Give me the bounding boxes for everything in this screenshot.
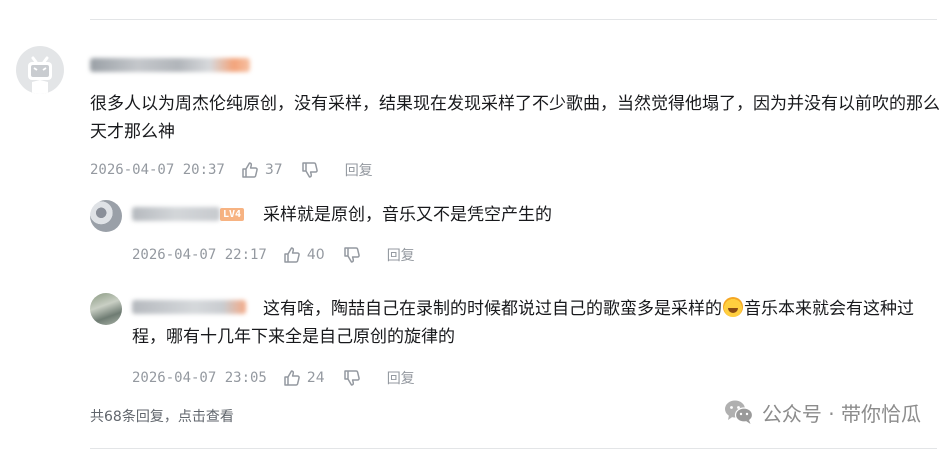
top-divider: [90, 19, 937, 20]
like-button[interactable]: 24: [283, 369, 325, 387]
avatar[interactable]: [90, 200, 122, 232]
reply-time: 2026-04-07 22:17: [132, 247, 267, 263]
thumbs-down-icon: [343, 247, 360, 263]
username-blurred[interactable]: [90, 58, 250, 72]
comment-time: 2026-04-07 20:37: [90, 162, 225, 178]
reply-text: 采样就是原创，音乐又不是凭空产生的: [263, 205, 552, 225]
laughing-tears-emoji: [723, 297, 743, 317]
comment-text: 很多人以为周杰伦纯原创，没有采样，结果现在发现采样了不少歌曲，当然觉得他塌了，因…: [90, 94, 940, 142]
reply-button[interactable]: 回复: [387, 368, 415, 388]
like-button[interactable]: 37: [241, 161, 283, 179]
thumbs-down-icon: [343, 370, 360, 386]
reply-text-part: 这有啥，陶喆自己在录制的时候都说过自己的歌蛮多是采样的: [263, 299, 722, 319]
reply-meta: 2026-04-07 22:17 40 回复: [132, 245, 415, 265]
comment-meta: 2026-04-07 20:37 37 回复: [90, 160, 373, 180]
thumbs-up-icon: [284, 247, 300, 263]
thumbs-up-icon: [284, 370, 300, 386]
like-count: 40: [306, 247, 325, 263]
level-badge: LV4: [220, 208, 245, 221]
bilibili-tv-icon: [28, 56, 52, 94]
reply-text: 这有啥，陶喆自己在录制的时候都说过自己的歌蛮多是采样的 音乐本来就会有这种过程，哪…: [132, 295, 947, 351]
reply-meta: 2026-04-07 23:05 24 回复: [132, 368, 415, 388]
view-more-replies-link[interactable]: 共68条回复，点击查看: [90, 406, 234, 426]
avatar[interactable]: [90, 293, 122, 325]
bottom-divider: [90, 448, 937, 449]
dislike-button[interactable]: [343, 369, 361, 387]
watermark-text: 公众号 · 带你恰瓜: [761, 401, 921, 426]
thumbs-down-icon: [301, 162, 318, 178]
avatar[interactable]: [16, 46, 64, 94]
like-count: 24: [306, 370, 325, 386]
username-blurred[interactable]: [132, 207, 220, 221]
reply-time: 2026-04-07 23:05: [132, 370, 267, 386]
dislike-button[interactable]: [301, 161, 319, 179]
reply-button[interactable]: 回复: [387, 245, 415, 265]
like-count: 37: [264, 162, 283, 178]
dislike-button[interactable]: [343, 246, 361, 264]
like-button[interactable]: 40: [283, 246, 325, 264]
wechat-icon: [724, 400, 754, 424]
watermark: 公众号 · 带你恰瓜: [724, 397, 921, 427]
reply-button[interactable]: 回复: [345, 160, 373, 180]
thumbs-up-icon: [242, 162, 258, 178]
